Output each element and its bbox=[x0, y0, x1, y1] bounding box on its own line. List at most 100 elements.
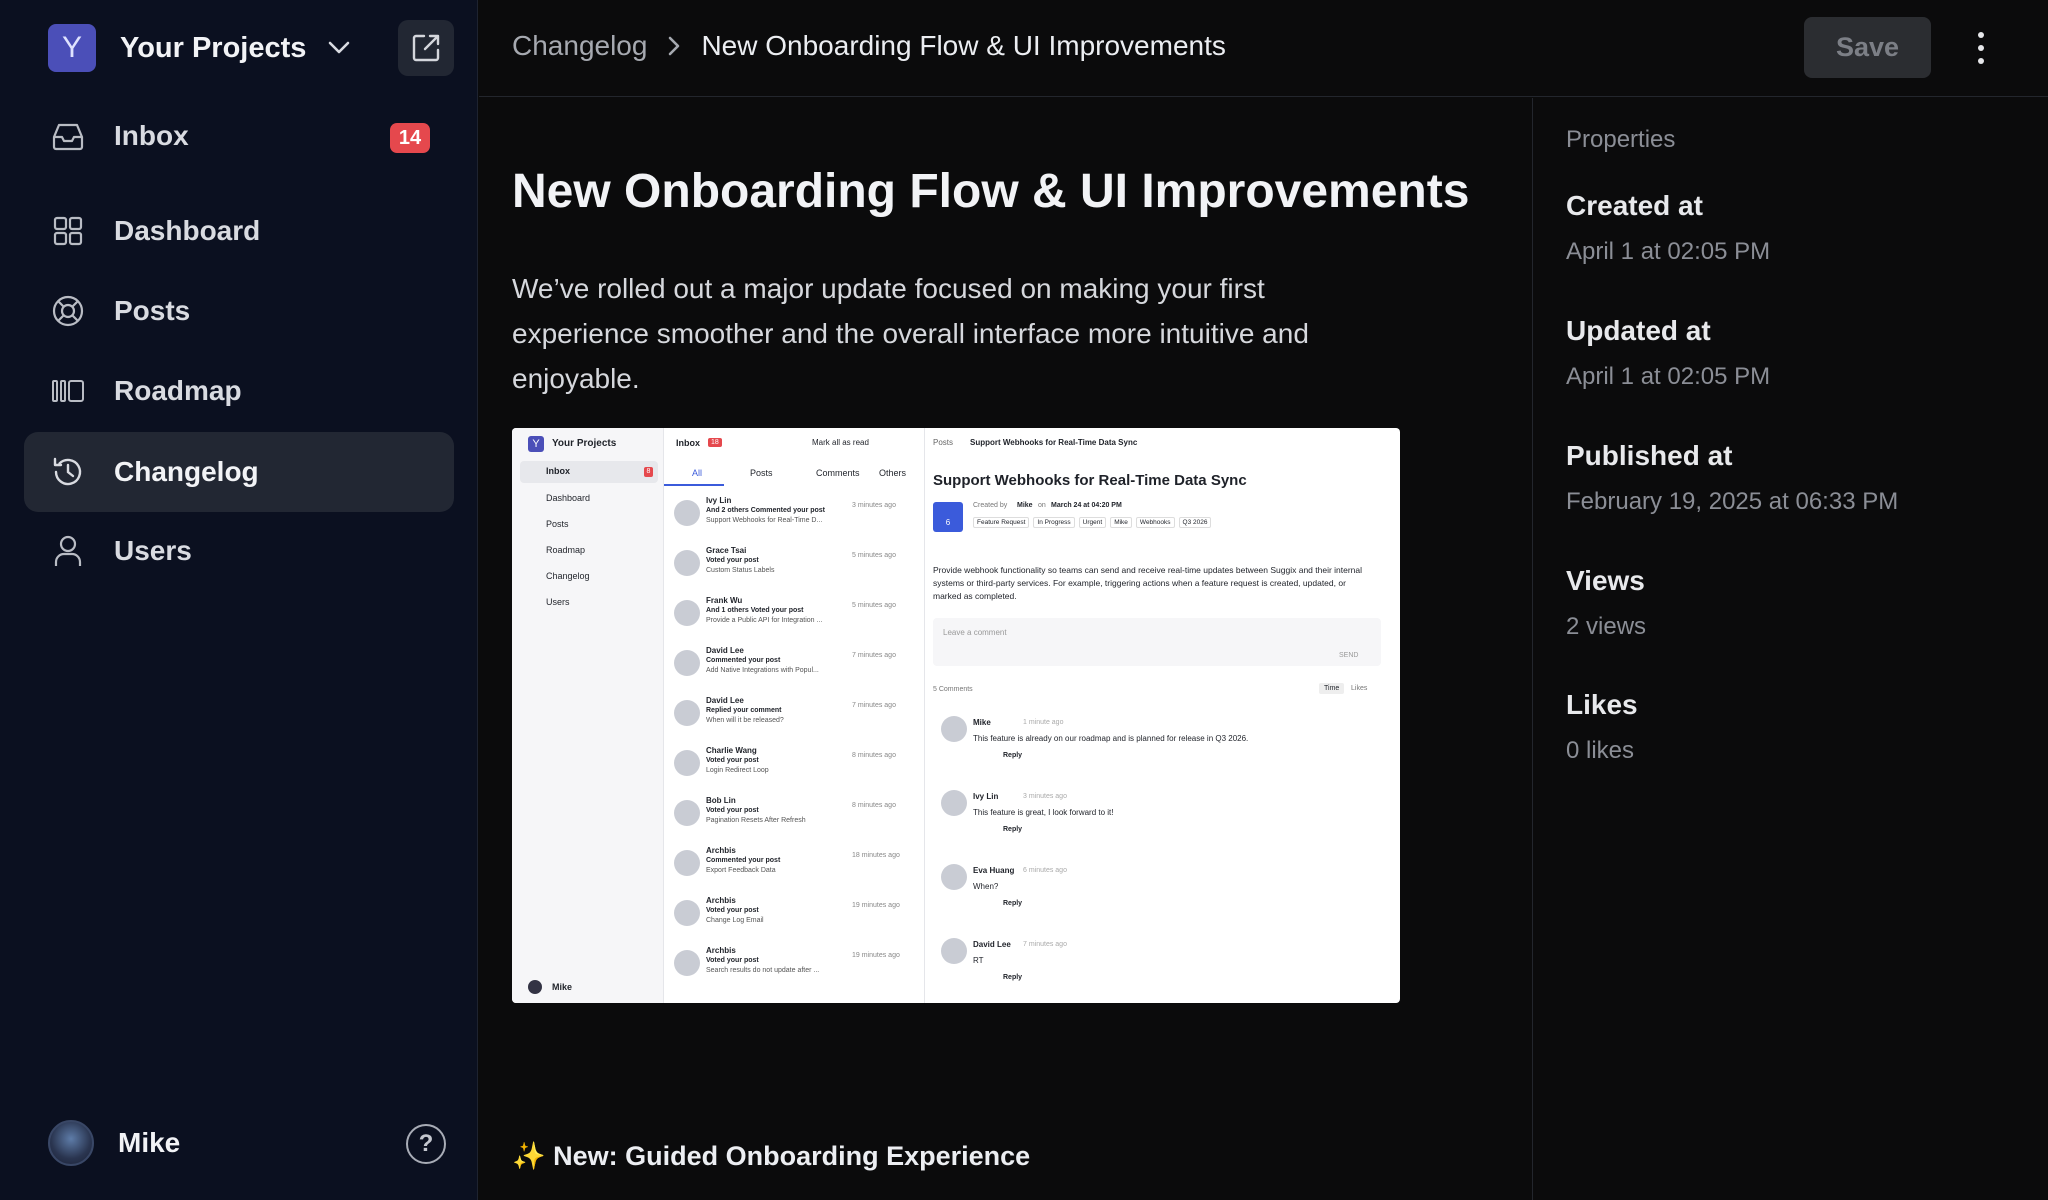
mock-sidebar: Y Your Projects Inbox 8 Dashboard Posts … bbox=[512, 428, 664, 1003]
mock-row-detail: Pagination Resets After Refresh bbox=[706, 817, 806, 824]
mock-comment-name: David Lee bbox=[973, 940, 1011, 949]
property-created-at: Created at April 1 at 02:05 PM bbox=[1566, 190, 1770, 266]
mock-inbox-row: Charlie Wang Voted your post Login Redir… bbox=[664, 740, 925, 790]
mock-inbox-row: Grace Tsai Voted your post Custom Status… bbox=[664, 540, 925, 590]
mock-vote-button: 6 bbox=[933, 502, 963, 532]
mock-comment: David Lee 7 minutes ago RT Reply bbox=[933, 936, 1383, 1003]
mock-row-action: Replied your comment bbox=[706, 707, 782, 714]
mock-comment: Eva Huang 6 minutes ago When? Reply bbox=[933, 862, 1383, 932]
mock-row-time: 19 minutes ago bbox=[852, 902, 900, 909]
mock-reply: Reply bbox=[1003, 752, 1023, 759]
avatar bbox=[48, 1120, 94, 1166]
mock-reply: Reply bbox=[1003, 826, 1023, 833]
avatar bbox=[674, 550, 700, 576]
property-views: Views 2 views bbox=[1566, 565, 1646, 641]
mock-inbox-row: Ivy Lin And 2 others Commented your post… bbox=[664, 490, 925, 540]
mock-row-action: Commented your post bbox=[706, 657, 781, 664]
sidebar-item-label: Dashboard bbox=[114, 215, 261, 246]
mock-tab: Others bbox=[879, 468, 907, 478]
avatar bbox=[941, 938, 967, 964]
mock-reply: Reply bbox=[1003, 974, 1023, 981]
mock-row-detail: Change Log Email bbox=[706, 917, 764, 924]
mock-row-detail: Search results do not update after ... bbox=[706, 967, 820, 974]
mock-row-action: Voted your post bbox=[706, 757, 759, 764]
sidebar-item-roadmap[interactable]: Roadmap bbox=[24, 351, 454, 431]
mock-tag: Mike bbox=[1110, 517, 1132, 528]
mock-row-time: 5 minutes ago bbox=[852, 552, 896, 559]
compose-button[interactable] bbox=[398, 20, 454, 76]
sidebar-item-label: Posts bbox=[114, 295, 191, 326]
properties-panel: Properties Created at April 1 at 02:05 P… bbox=[1534, 98, 2048, 1200]
mock-tag: Webhooks bbox=[1135, 517, 1175, 528]
project-avatar: Y bbox=[48, 24, 96, 72]
mock-post-detail: Posts Support Webhooks for Real-Time Dat… bbox=[925, 428, 1400, 1003]
mock-comments-count: 5 Comments bbox=[933, 686, 973, 693]
property-label: Likes bbox=[1566, 689, 1638, 720]
property-likes: Likes 0 likes bbox=[1566, 689, 1638, 765]
breadcrumb: Changelog New Onboarding Flow & UI Impro… bbox=[512, 30, 1226, 62]
sidebar-item-label: Changelog bbox=[114, 456, 259, 487]
mock-comment: Ivy Lin 3 minutes ago This feature is gr… bbox=[933, 788, 1383, 858]
avatar bbox=[674, 700, 700, 726]
property-updated-at: Updated at April 1 at 02:05 PM bbox=[1566, 315, 1770, 391]
breadcrumb-root-link[interactable]: Changelog bbox=[512, 30, 647, 62]
mock-inbox-row: David Lee Commented your post Add Native… bbox=[664, 640, 925, 690]
sidebar-item-users[interactable]: Users bbox=[24, 511, 454, 591]
mock-row-time: 7 minutes ago bbox=[852, 652, 896, 659]
external-link-icon bbox=[412, 34, 440, 62]
mock-date: March 24 at 04:20 PM bbox=[1051, 502, 1122, 509]
mock-row-detail: Export Feedback Data bbox=[706, 867, 776, 874]
mock-comment-name: Eva Huang bbox=[973, 866, 1015, 875]
sidebar-item-dashboard[interactable]: Dashboard bbox=[24, 191, 454, 271]
roadmap-icon bbox=[50, 373, 86, 409]
embedded-screenshot-image: Y Your Projects Inbox 8 Dashboard Posts … bbox=[512, 428, 1400, 1003]
sidebar: Y Your Projects Inbox 14 Dashboard Posts… bbox=[0, 0, 478, 1200]
mock-avatar bbox=[528, 980, 542, 994]
mock-inbox-row: Bob Lin Voted your post Pagination Reset… bbox=[664, 790, 925, 840]
mock-row-name: Frank Wu bbox=[706, 596, 743, 605]
mock-comment-text: When? bbox=[973, 882, 999, 891]
post-title[interactable]: New Onboarding Flow & UI Improvements bbox=[512, 164, 1469, 219]
section-heading[interactable]: ✨ New: Guided Onboarding Experience bbox=[512, 1140, 1030, 1172]
avatar bbox=[941, 790, 967, 816]
mock-on: on bbox=[1038, 502, 1046, 509]
sidebar-item-label: Inbox bbox=[114, 120, 189, 151]
mock-tag: Urgent bbox=[1078, 517, 1107, 528]
mock-inbox-row: Archbis Voted your post Change Log Email… bbox=[664, 890, 925, 940]
property-label: Created at bbox=[1566, 190, 1703, 221]
mock-row-time: 7 minutes ago bbox=[852, 702, 896, 709]
mock-author: Mike bbox=[1017, 502, 1033, 509]
mock-row-detail: Add Native Integrations with Popul... bbox=[706, 667, 819, 674]
sidebar-item-posts[interactable]: Posts bbox=[24, 271, 454, 351]
help-button[interactable]: ? bbox=[406, 1124, 446, 1164]
sidebar-item-changelog[interactable]: Changelog bbox=[24, 432, 454, 512]
mock-inbox-list: Inbox 18 Mark all as read All Posts Comm… bbox=[664, 428, 925, 1003]
mock-tag: In Progress bbox=[1033, 517, 1075, 528]
mock-row-action: Voted your post bbox=[706, 557, 759, 564]
mock-comment-text: This feature is already on our roadmap a… bbox=[973, 734, 1249, 743]
property-value: 0 likes bbox=[1566, 737, 1635, 764]
mock-row-name: Charlie Wang bbox=[706, 746, 757, 755]
mock-nav-item: Posts bbox=[546, 519, 569, 529]
mock-inbox-badge: 8 bbox=[644, 467, 653, 477]
post-intro[interactable]: We’ve rolled out a major update focused … bbox=[512, 266, 1392, 401]
sidebar-item-inbox[interactable]: Inbox 14 bbox=[24, 96, 454, 176]
mock-crumb-root: Posts bbox=[933, 438, 954, 447]
more-options-icon[interactable] bbox=[1971, 28, 1991, 68]
mock-row-time: 3 minutes ago bbox=[852, 502, 896, 509]
avatar bbox=[674, 800, 700, 826]
mock-nav-inbox: Inbox bbox=[546, 466, 570, 476]
current-user[interactable]: Mike bbox=[48, 1120, 180, 1166]
mock-row-time: 19 minutes ago bbox=[852, 952, 900, 959]
mock-row-name: Bob Lin bbox=[706, 796, 736, 805]
post-editor: New Onboarding Flow & UI Improvements We… bbox=[479, 98, 1533, 1200]
save-button[interactable]: Save bbox=[1804, 17, 1931, 78]
sidebar-item-label: Users bbox=[114, 535, 192, 566]
mock-inbox-row: Archbis Commented your post Export Feedb… bbox=[664, 840, 925, 890]
mock-mark-all: Mark all as read bbox=[812, 438, 869, 447]
mock-tab: All bbox=[692, 468, 703, 478]
project-switcher[interactable]: Y Your Projects bbox=[48, 24, 352, 72]
property-published-at: Published at February 19, 2025 at 06:33 … bbox=[1566, 440, 1898, 516]
mock-active-row bbox=[520, 461, 658, 483]
property-label: Updated at bbox=[1566, 315, 1711, 346]
